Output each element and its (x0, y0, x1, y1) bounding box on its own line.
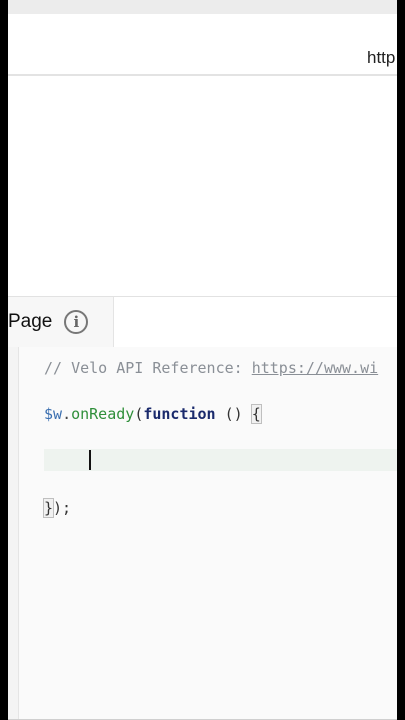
code-comment: // Velo API Reference: (44, 359, 252, 377)
site-preview-area (8, 76, 397, 294)
address-bar[interactable]: http (8, 14, 397, 76)
code-editor[interactable]: // Velo API Reference: https://www.wi $w… (8, 347, 397, 720)
code-line-2[interactable]: $w.onReady(function () { (44, 403, 262, 425)
code-brace-open: { (250, 404, 262, 424)
tabbar-empty-area (114, 297, 397, 348)
api-reference-link[interactable]: https://www.wi (252, 359, 378, 377)
active-line-highlight[interactable] (44, 449, 397, 471)
code-line-1[interactable]: // Velo API Reference: https://www.wi (44, 357, 378, 379)
code-close-tail: ); (53, 499, 72, 517)
app-frame: http Page i // Velo API Reference: https… (8, 0, 397, 720)
code-paren-open: ( (134, 405, 144, 423)
url-text[interactable]: http (367, 48, 395, 68)
text-cursor (89, 450, 91, 470)
editor-gutter (8, 347, 18, 720)
tab-page[interactable]: Page i (8, 297, 114, 347)
gutter-divider (18, 347, 19, 720)
code-selector: $w (44, 405, 63, 423)
screen-edge-left (0, 0, 8, 720)
info-icon[interactable]: i (64, 310, 89, 334)
code-method: onReady (71, 405, 135, 423)
code-panel-tabbar: Page i (8, 296, 397, 348)
code-keyword: function (143, 405, 216, 423)
tab-page-label: Page (8, 311, 53, 332)
code-dot: . (62, 405, 72, 423)
code-params: () (215, 405, 252, 423)
screen-edge-right (397, 0, 405, 720)
code-brace-close: } (42, 498, 55, 518)
browser-top-strip (8, 0, 397, 15)
code-line-4[interactable]: }); (42, 497, 72, 519)
